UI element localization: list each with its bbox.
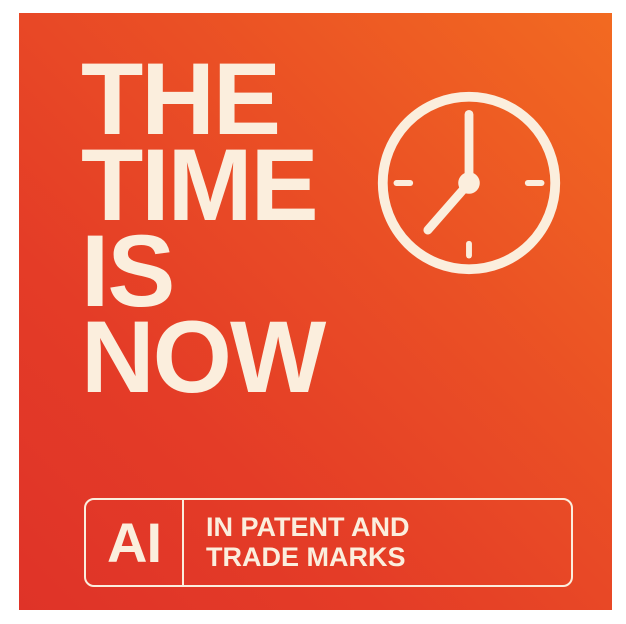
clock-center	[458, 172, 480, 194]
headline: THE TIME IS NOW	[81, 48, 326, 414]
poster: THE TIME IS NOW AI IN PATENT AND TRADE M…	[19, 13, 612, 610]
tag-line-1: IN PATENT AND	[206, 512, 410, 543]
tag-line-2: TRADE MARKS	[206, 541, 406, 572]
tag-abbreviation: AI	[86, 500, 184, 585]
clock-icon	[377, 91, 561, 275]
tag-description: IN PATENT AND TRADE MARKS	[184, 500, 410, 585]
topic-tag: AI IN PATENT AND TRADE MARKS	[84, 498, 573, 587]
headline-line-4: NOW	[81, 300, 326, 414]
